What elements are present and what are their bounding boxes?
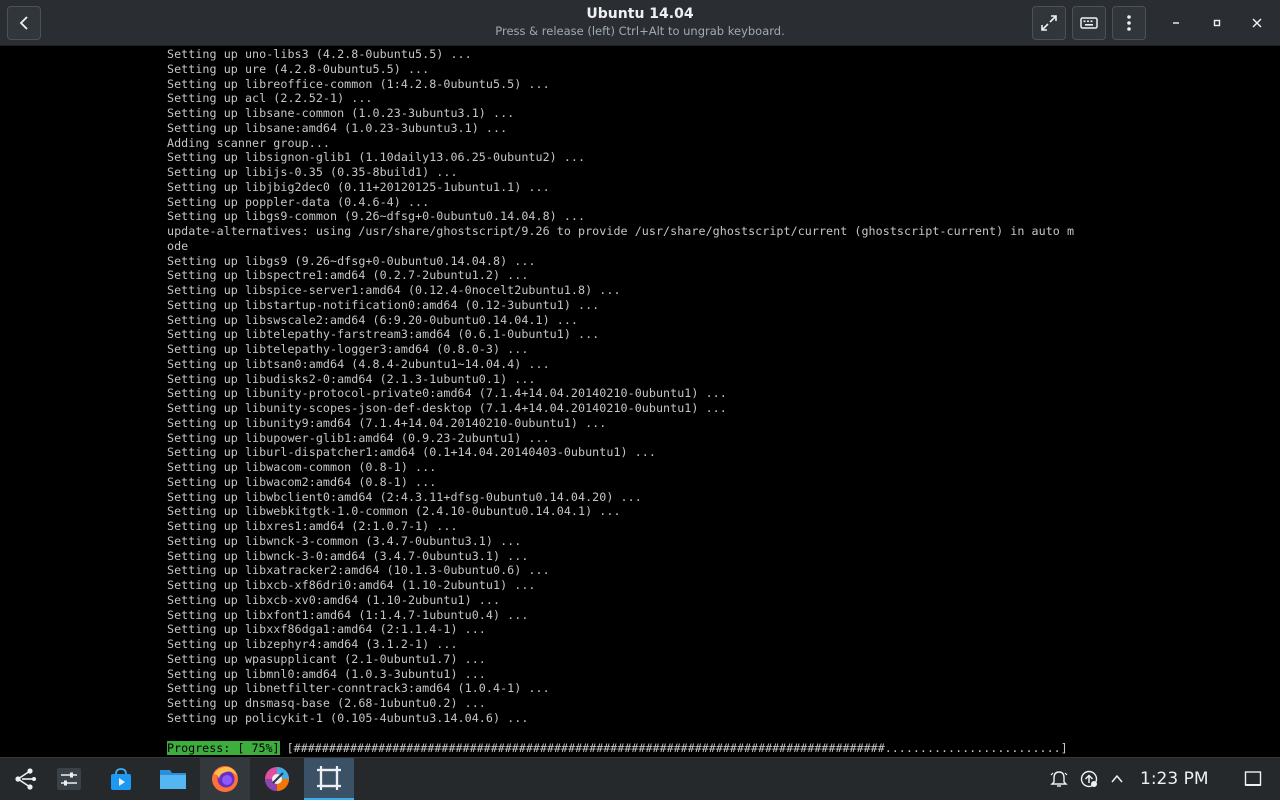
terminal-line: Setting up libwnck-3-common (3.4.7-0ubun… <box>167 533 522 548</box>
terminal-line: Setting up acl (2.2.52-1) ... <box>167 91 373 106</box>
window-titlebar[interactable]: Ubuntu 14.04 Press & release (left) Ctrl… <box>0 0 1280 46</box>
terminal-line: Setting up libupower-glib1:amd64 (0.9.23… <box>167 430 550 445</box>
terminal-line: Setting up libxcb-xf86dri0:amd64 (1.10-2… <box>167 578 536 592</box>
color-picker-icon <box>265 767 289 791</box>
terminal-line: Setting up libunity-protocol-private0:am… <box>167 386 727 401</box>
terminal-line: Setting up libunity-scopes-json-def-desk… <box>167 401 727 415</box>
terminal-output[interactable]: Setting up uno-libs3 (4.2.8-0ubuntu5.5) … <box>167 47 1167 726</box>
discover-store-icon <box>111 768 131 790</box>
terminal-line: Setting up libjbig2dec0 (0.11+20120125-1… <box>167 179 550 194</box>
terminal-line: Setting up libnetfilter-conntrack3:amd64… <box>167 681 550 696</box>
terminal-line: Setting up libwbclient0:amd64 (2:4.3.11+… <box>167 489 642 504</box>
terminal-line: Setting up libwacom-common (0.8-1) ... <box>167 460 437 474</box>
application-launcher[interactable] <box>0 758 50 800</box>
tray-expander[interactable] <box>1107 769 1127 789</box>
terminal-line: Setting up policykit-1 (0.105-4ubuntu3.1… <box>167 710 529 725</box>
maximize-button[interactable] <box>1206 12 1228 34</box>
vm-window: Ubuntu 14.04 Press & release (left) Ctrl… <box>0 0 1280 757</box>
firefox-icon <box>212 766 238 792</box>
keyboard-button[interactable] <box>1072 6 1106 40</box>
minimize-button[interactable] <box>1165 12 1187 34</box>
terminal-line: Setting up ure (4.2.8-0ubuntu5.5) ... <box>167 61 430 76</box>
update-icon <box>1080 770 1098 788</box>
window-title-block: Ubuntu 14.04 Press & release (left) Ctrl… <box>340 5 940 40</box>
menu-button[interactable] <box>1112 6 1146 40</box>
taskbar-color-picker[interactable] <box>252 758 302 800</box>
window-subtitle: Press & release (left) Ctrl+Alt to ungra… <box>495 24 785 38</box>
back-button[interactable] <box>7 6 41 40</box>
close-button[interactable] <box>1246 12 1268 34</box>
terminal-line: Setting up libudisks2-0:amd64 (2.1.3-1ub… <box>167 371 536 386</box>
terminal-line: Setting up libwebkitgtk-1.0-common (2.4.… <box>167 504 621 519</box>
terminal-line: Setting up poppler-data (0.4.6-4) ... <box>167 194 430 209</box>
terminal-line: Setting up libswscale2:amd64 (6:9.20-0ub… <box>167 312 579 327</box>
fullscreen-button[interactable] <box>1032 6 1066 40</box>
keyboard-icon <box>1080 17 1098 29</box>
close-icon <box>1252 18 1262 28</box>
terminal-line: Setting up libstartup-notification0:amd6… <box>167 297 600 312</box>
terminal-line: Setting up libgs9 (9.26~dfsg+0-0ubuntu0.… <box>167 253 536 268</box>
notifications-tray[interactable] <box>1049 769 1069 789</box>
terminal-line: Setting up libunity9:amd64 (7.1.4+14.04.… <box>167 415 607 430</box>
terminal-line: Setting up libsignon-glib1 (1.10daily13.… <box>167 150 586 165</box>
terminal-line: Setting up libmnl0:amd64 (1.0.3-3ubuntu1… <box>167 666 486 681</box>
terminal-line: Setting up dnsmasq-base (2.68-1ubuntu0.2… <box>167 696 486 710</box>
terminal-line: Setting up libreoffice-common (1:4.2.8-0… <box>167 76 550 91</box>
terminal-line: Setting up libtelepathy-logger3:amd64 (0… <box>167 342 529 356</box>
show-desktop-button[interactable] <box>1243 769 1263 789</box>
terminal-line: Setting up liburl-dispatcher1:amd64 (0.1… <box>167 445 656 460</box>
progress-bar: [#######################################… <box>279 741 1068 755</box>
terminal-line: Setting up libsane:amd64 (1.0.23-3ubuntu… <box>167 120 508 135</box>
terminal-line: Setting up libspice-server1:amd64 (0.12.… <box>167 283 621 297</box>
taskbar: 1:23 PM <box>0 757 1280 800</box>
clock[interactable]: 1:23 PM <box>1140 758 1209 800</box>
taskbar-file-manager[interactable] <box>148 758 198 800</box>
taskbar-discover[interactable] <box>96 758 146 800</box>
terminal-line: Setting up libxfont1:amd64 (1:1.4.7-1ubu… <box>167 607 529 622</box>
terminal-line: Setting up libzephyr4:amd64 (3.1.2-1) ..… <box>167 637 458 651</box>
taskbar-firefox[interactable] <box>200 758 250 800</box>
apt-progress: Progress: [ 75%] [######################… <box>167 741 1068 756</box>
system-settings-icon <box>57 768 81 790</box>
terminal-line: Setting up wpasupplicant (2.1-0ubuntu1.7… <box>167 651 486 666</box>
progress-label: Progress: [ 75%] <box>167 741 280 755</box>
terminal-line: Setting up libgs9-common (9.26~dfsg+0-0u… <box>167 209 586 224</box>
kebab-menu-icon <box>1127 15 1131 31</box>
terminal-line: Setting up libxcb-xv0:amd64 (1.10-2ubunt… <box>167 592 501 607</box>
show-desktop-icon <box>1244 771 1262 786</box>
updates-tray[interactable] <box>1079 769 1099 789</box>
maximize-icon <box>1213 19 1221 27</box>
terminal-line: Setting up libwacom2:amd64 (0.8-1) ... <box>167 474 437 489</box>
terminal-line: Setting up libsane-common (1.0.23-3ubunt… <box>167 106 515 120</box>
terminal-line: Setting up libspectre1:amd64 (0.2.7-2ubu… <box>167 268 529 283</box>
file-manager-icon <box>160 770 186 789</box>
terminal-line: Setting up libxatracker2:amd64 (10.1.3-0… <box>167 563 550 578</box>
terminal-line: ode <box>167 238 189 253</box>
virtual-machine-icon <box>317 766 341 790</box>
terminal-line: Adding scanner group... <box>167 135 330 150</box>
terminal-line: Setting up libwnck-3-0:amd64 (3.4.7-0ubu… <box>167 548 529 563</box>
terminal-line: Setting up libtelepathy-farstream3:amd64… <box>167 327 600 342</box>
terminal-line: Setting up uno-libs3 (4.2.8-0ubuntu5.5) … <box>167 47 472 61</box>
bell-icon <box>1050 771 1068 787</box>
terminal-line: Setting up libxres1:amd64 (2:1.0.7-1) ..… <box>167 519 458 533</box>
taskbar-virtual-machine[interactable] <box>304 758 354 800</box>
chevron-up-icon <box>1111 774 1123 783</box>
window-title: Ubuntu 14.04 <box>586 6 694 22</box>
chevron-left-icon <box>19 16 28 30</box>
application-launcher-icon <box>15 768 36 790</box>
terminal-line: Setting up libtsan0:amd64 (4.8.4-2ubuntu… <box>167 356 550 371</box>
taskbar-system-settings[interactable] <box>44 758 94 800</box>
terminal-line: Setting up libijs-0.35 (0.35-8build1) ..… <box>167 165 458 179</box>
minimize-icon <box>1173 22 1179 24</box>
terminal-line: Setting up libxxf86dga1:amd64 (2:1.1.4-1… <box>167 622 486 637</box>
terminal-line: update-alternatives: using /usr/share/gh… <box>167 224 1075 238</box>
expand-icon <box>1041 15 1057 31</box>
